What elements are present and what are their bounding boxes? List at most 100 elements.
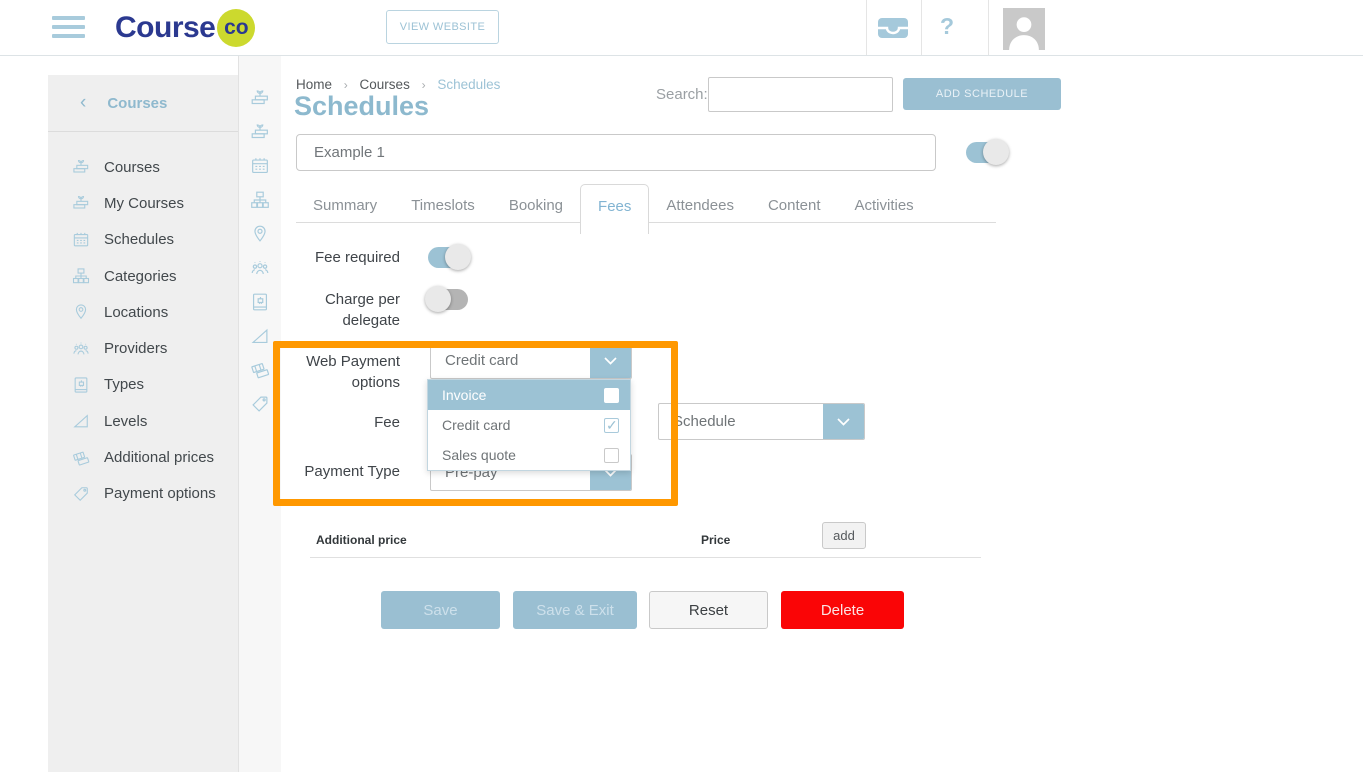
tab-fees[interactable]: Fees — [580, 184, 649, 234]
providers-icon — [71, 339, 91, 359]
option-label: Sales quote — [442, 447, 516, 463]
chevron-down-icon[interactable] — [823, 404, 864, 439]
delete-button[interactable]: Delete — [781, 591, 904, 629]
breadcrumb-separator: › — [422, 78, 426, 92]
schedule-active-toggle[interactable] — [966, 142, 1006, 163]
payment-options-icon[interactable] — [249, 393, 271, 415]
table-divider — [310, 557, 981, 558]
dropdown-option-credit-card[interactable]: Credit card — [428, 410, 630, 440]
save-button[interactable]: Save — [381, 591, 500, 629]
fee-schedule-value: Schedule — [659, 413, 823, 430]
sidebar-item-levels[interactable]: Levels — [48, 403, 238, 439]
levels-icon — [71, 411, 91, 431]
toggle-knob — [445, 244, 471, 270]
tab-activities[interactable]: Activities — [838, 186, 931, 225]
option-label: Invoice — [442, 387, 486, 403]
credit-card-checkbox[interactable] — [604, 418, 619, 433]
sidebar-header-label: Courses — [107, 95, 167, 112]
web-payment-options-select[interactable]: Credit card — [430, 342, 632, 379]
topbar-divider — [866, 0, 867, 55]
dropdown-option-invoice[interactable]: Invoice — [428, 380, 630, 410]
sidebar-item-label: Courses — [104, 159, 160, 176]
tab-content[interactable]: Content — [751, 186, 838, 225]
inbox-icon[interactable] — [877, 17, 909, 39]
tab-summary[interactable]: Summary — [296, 186, 394, 225]
topbar-divider — [921, 0, 922, 55]
sidebar-item-label: Categories — [104, 268, 177, 285]
fee-required-label: Fee required — [296, 247, 400, 268]
sidebar-item-label: Levels — [104, 413, 147, 430]
fee-required-toggle[interactable] — [428, 247, 468, 268]
search-input[interactable] — [708, 77, 893, 112]
sidebar-item-additional-prices[interactable]: Additional prices — [48, 439, 238, 475]
charge-per-delegate-toggle[interactable] — [428, 289, 468, 310]
payment-type-label: Payment Type — [296, 461, 400, 482]
sidebar-item-courses[interactable]: Courses — [48, 149, 238, 185]
sidebar-item-label: My Courses — [104, 195, 184, 212]
web-payment-options-value: Credit card — [431, 352, 590, 369]
sidebar-item-payment-options[interactable]: Payment options — [48, 476, 238, 512]
add-schedule-button[interactable]: ADD SCHEDULE — [903, 78, 1061, 110]
additional-prices-icon[interactable] — [249, 359, 271, 381]
option-label: Credit card — [442, 417, 510, 433]
sidebar-item-providers[interactable]: Providers — [48, 330, 238, 366]
sidebar-item-my-courses[interactable]: My Courses — [48, 185, 238, 221]
reset-button[interactable]: Reset — [649, 591, 768, 629]
providers-icon[interactable] — [249, 257, 271, 279]
breadcrumb-separator: › — [344, 78, 348, 92]
toggle-knob — [425, 286, 451, 312]
tab-booking[interactable]: Booking — [492, 186, 580, 225]
categories-icon[interactable] — [249, 189, 271, 211]
locations-icon[interactable] — [249, 223, 271, 245]
additional-prices-icon — [71, 448, 91, 468]
fee-schedule-select[interactable]: Schedule — [658, 403, 865, 440]
sidebar-item-label: Providers — [104, 340, 167, 357]
sidebar-items: Courses My Courses Schedules Categories … — [48, 132, 238, 512]
add-price-button[interactable]: add — [822, 522, 866, 549]
chevron-down-icon[interactable] — [590, 343, 631, 378]
back-chevron-icon[interactable]: ‹ — [80, 92, 86, 114]
sidebar-header[interactable]: ‹ Courses — [48, 75, 238, 132]
save-exit-button[interactable]: Save & Exit — [513, 591, 637, 629]
courses-icon[interactable] — [249, 87, 271, 109]
sidebar-item-categories[interactable]: Categories — [48, 258, 238, 294]
toggle-knob — [983, 139, 1009, 165]
breadcrumb-courses[interactable]: Courses — [360, 77, 410, 92]
sidebar-item-label: Schedules — [104, 231, 174, 248]
topbar-divider — [988, 0, 989, 55]
locations-icon — [71, 302, 91, 322]
tab-attendees[interactable]: Attendees — [649, 186, 751, 225]
breadcrumb-current: Schedules — [437, 77, 500, 92]
top-bar: Course co VIEW WEBSITE ? — [0, 0, 1363, 56]
avatar[interactable] — [1003, 8, 1045, 50]
logo-badge: co — [217, 9, 255, 47]
types-icon — [71, 375, 91, 395]
schedule-name-input[interactable] — [296, 134, 936, 171]
invoice-checkbox[interactable] — [604, 388, 619, 403]
hamburger-menu-icon[interactable] — [52, 16, 85, 39]
web-payment-options-label: Web Payment options — [296, 351, 400, 393]
logo-text: Course — [115, 11, 215, 45]
charge-per-delegate-label: Charge per delegate — [296, 289, 400, 331]
sidebar-item-schedules[interactable]: Schedules — [48, 222, 238, 258]
sidebar-item-locations[interactable]: Locations — [48, 294, 238, 330]
schedules-icon[interactable] — [249, 155, 271, 177]
additional-price-column-header: Additional price — [316, 533, 407, 547]
sidebar-item-label: Types — [104, 376, 144, 393]
icon-rail — [238, 56, 281, 772]
levels-icon[interactable] — [249, 325, 271, 347]
breadcrumb-home[interactable]: Home — [296, 77, 332, 92]
person-icon — [1003, 8, 1045, 50]
price-column-header: Price — [701, 533, 730, 547]
schedules-icon — [71, 230, 91, 250]
view-website-button[interactable]: VIEW WEBSITE — [386, 10, 499, 44]
help-icon[interactable]: ? — [940, 13, 954, 40]
types-icon[interactable] — [249, 291, 271, 313]
logo[interactable]: Course co — [115, 8, 255, 48]
sidebar-item-types[interactable]: Types — [48, 367, 238, 403]
sales-quote-checkbox[interactable] — [604, 448, 619, 463]
tab-timeslots[interactable]: Timeslots — [394, 186, 492, 225]
dropdown-option-sales-quote[interactable]: Sales quote — [428, 440, 630, 470]
my-courses-icon — [71, 193, 91, 213]
my-courses-icon[interactable] — [249, 121, 271, 143]
